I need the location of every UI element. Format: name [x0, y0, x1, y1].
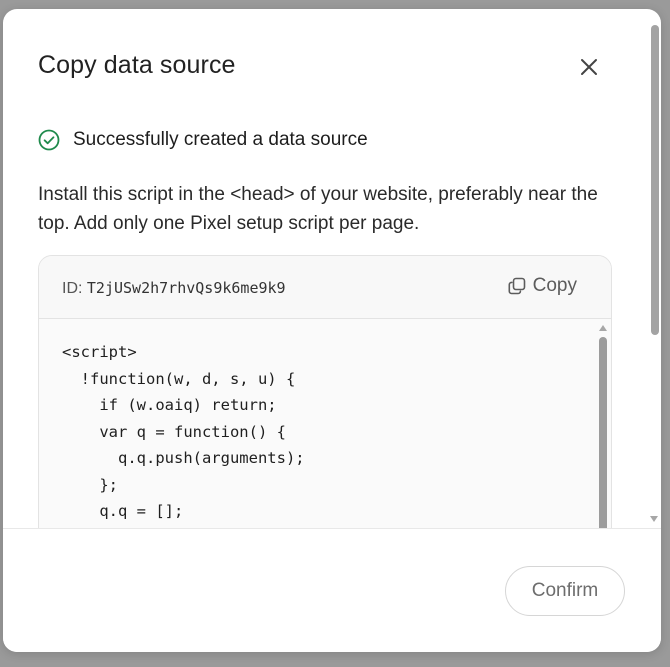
data-source-id: ID: T2jUSw2h7rhvQs9k6me9k9: [62, 279, 286, 298]
pixel-script-code: <script> !function(w, d, s, u) { if (w.o…: [62, 343, 305, 520]
copy-label: Copy: [532, 275, 577, 296]
copy-data-source-dialog: Copy data source Successfully created a …: [3, 9, 661, 652]
close-button[interactable]: [577, 55, 601, 79]
install-instructions: Install this script in the <head> of you…: [38, 184, 598, 234]
success-text: Successfully created a data source: [73, 129, 368, 150]
dialog-scroll-area[interactable]: Copy data source Successfully created a …: [3, 9, 661, 528]
code-scroll-thumb[interactable]: [599, 337, 607, 528]
copy-button[interactable]: Copy: [507, 275, 577, 297]
close-icon: [581, 59, 597, 75]
success-message: Successfully created a data source: [38, 129, 368, 151]
code-scrollbar[interactable]: [598, 319, 610, 528]
dialog-title: Copy data source: [38, 51, 236, 79]
scroll-up-arrow-icon[interactable]: [599, 325, 607, 331]
confirm-button[interactable]: Confirm: [505, 566, 625, 616]
copy-icon: [508, 277, 525, 295]
code-snippet-header: ID: T2jUSw2h7rhvQs9k6me9k9 Copy: [39, 256, 611, 319]
scroll-down-arrow-icon[interactable]: [650, 516, 658, 522]
id-label: ID:: [62, 280, 83, 297]
dialog-footer: Confirm: [3, 528, 661, 652]
id-value: T2jUSw2h7rhvQs9k6me9k9: [86, 279, 286, 297]
code-body[interactable]: <script> !function(w, d, s, u) { if (w.o…: [39, 319, 611, 528]
code-snippet-card: ID: T2jUSw2h7rhvQs9k6me9k9 Copy <script>…: [38, 255, 612, 528]
check-circle-icon: [38, 129, 60, 151]
dialog-scrollbar[interactable]: [649, 19, 659, 538]
dialog-scroll-thumb[interactable]: [651, 25, 659, 335]
